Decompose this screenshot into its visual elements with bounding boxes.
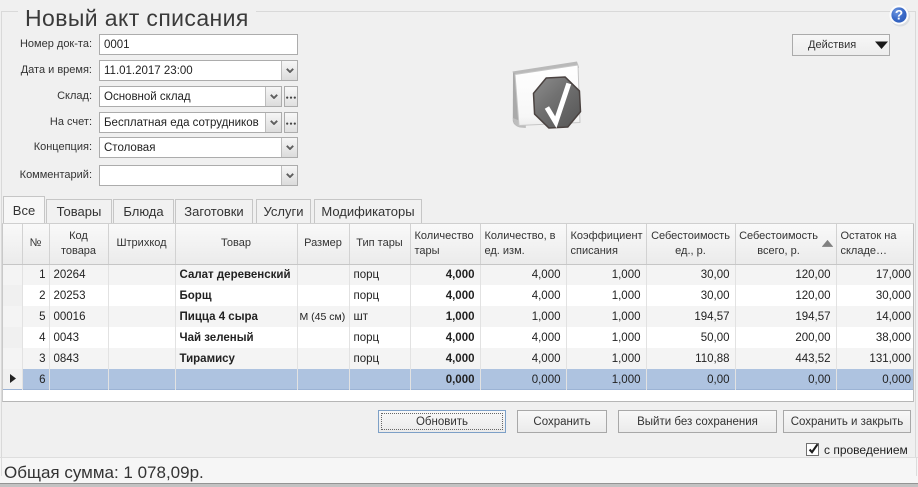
svg-text:?: ? (895, 8, 903, 23)
